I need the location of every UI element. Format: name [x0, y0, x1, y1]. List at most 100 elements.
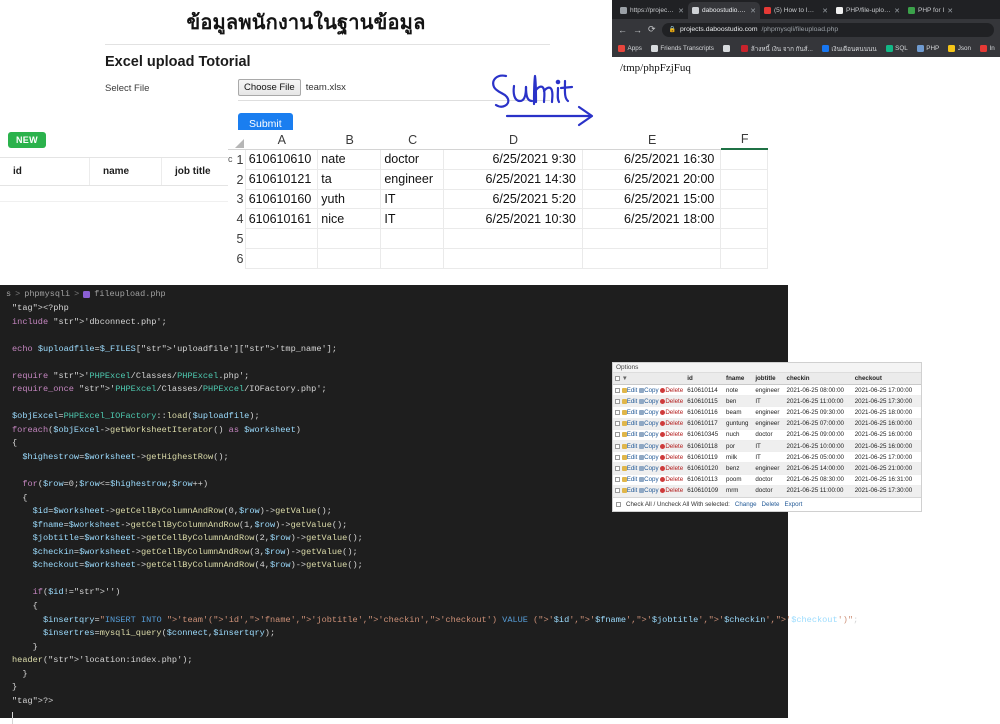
excel-cell[interactable]: 610610161: [245, 209, 319, 230]
excel-cell[interactable]: IT: [381, 189, 445, 210]
delete-link[interactable]: Delete: [665, 398, 683, 405]
code-line[interactable]: if($id!="str">''): [12, 586, 788, 600]
edit-link[interactable]: Edit: [627, 465, 638, 472]
bookmark-item[interactable]: Apps: [618, 45, 642, 52]
table-row[interactable]: Edit Copy Delete 610610118 por IT 2021-06-25…: [613, 440, 921, 453]
excel-row-header[interactable]: 3: [228, 190, 245, 210]
browser-tab[interactable]: https://projects.d ✕: [616, 2, 688, 19]
copy-link[interactable]: Copy: [644, 398, 658, 405]
bookmark-item[interactable]: Json: [948, 45, 971, 52]
excel-cell[interactable]: [721, 209, 768, 230]
copy-link[interactable]: Copy: [644, 409, 658, 416]
code-line[interactable]: $jobtitle=$worksheet->getCellByColumnAnd…: [12, 532, 788, 546]
close-icon[interactable]: ✕: [894, 7, 900, 15]
forward-icon[interactable]: →: [633, 25, 642, 35]
browser-tab[interactable]: PHP/file-upload. ✕: [832, 2, 904, 19]
delete-link[interactable]: Delete: [665, 431, 683, 438]
excel-row-header[interactable]: 6: [228, 249, 245, 269]
delete-link[interactable]: Delete: [665, 454, 683, 461]
sort-desc-icon[interactable]: ▼: [622, 375, 628, 382]
edit-link[interactable]: Edit: [627, 387, 638, 394]
code-line[interactable]: echo $uploadfile=$_FILES["str">'uploadfi…: [12, 343, 788, 357]
header-jobtitle[interactable]: jobtitle: [753, 373, 785, 385]
edit-link[interactable]: Edit: [627, 443, 638, 450]
code-line[interactable]: }: [12, 668, 788, 682]
address-bar[interactable]: 🔒 projects.daboostudio.com/phpmysqli/fil…: [661, 22, 994, 37]
code-line[interactable]: $insertres=mysqli_query($connect,$insert…: [12, 627, 788, 641]
change-action[interactable]: Change: [735, 501, 757, 508]
table-row[interactable]: Edit Copy Delete 610610120 benz engineer 202…: [613, 462, 921, 475]
excel-cell[interactable]: 6/25/2021 16:30: [582, 150, 722, 170]
breadcrumb-segment-file[interactable]: fileupload.php: [94, 289, 165, 299]
excel-col-e[interactable]: E: [582, 130, 722, 150]
export-action[interactable]: Export: [784, 501, 802, 508]
delete-action[interactable]: Delete: [762, 501, 780, 508]
choose-file-button[interactable]: Choose File: [238, 79, 301, 96]
new-button[interactable]: NEW: [8, 132, 46, 148]
close-icon[interactable]: ✕: [750, 7, 756, 15]
bookmark-item[interactable]: เงินเดือนคนนนน: [821, 44, 877, 54]
row-checkbox[interactable]: [615, 387, 620, 393]
copy-link[interactable]: Copy: [644, 443, 658, 450]
header-checkout[interactable]: checkout: [852, 373, 921, 385]
excel-row-header[interactable]: 1: [228, 150, 245, 170]
bookmark-item[interactable]: ล้างหนี้ เงิน จาก กันส์...: [741, 44, 813, 54]
options-label[interactable]: Options: [613, 363, 921, 373]
excel-col-b[interactable]: B: [318, 130, 382, 150]
excel-cell[interactable]: 6/25/2021 20:00: [582, 169, 722, 190]
code-line[interactable]: include "str">'dbconnect.php';: [12, 316, 788, 330]
edit-link[interactable]: Edit: [627, 420, 638, 427]
header-fname[interactable]: fname: [724, 373, 754, 385]
excel-cell[interactable]: [318, 248, 382, 269]
code-line[interactable]: {: [12, 600, 788, 614]
excel-cell[interactable]: [721, 229, 768, 249]
reload-icon[interactable]: ⟳: [648, 24, 656, 35]
copy-link[interactable]: Copy: [644, 465, 658, 472]
code-line[interactable]: header("str">'location:index.php');: [12, 654, 788, 668]
excel-cell[interactable]: 610610160: [245, 189, 319, 210]
close-icon[interactable]: ✕: [947, 7, 953, 15]
excel-cell[interactable]: [444, 248, 583, 269]
excel-col-f[interactable]: F: [721, 130, 769, 150]
table-row[interactable]: Edit Copy Delete 610610117 guntung engineer…: [613, 418, 921, 430]
code-line[interactable]: [12, 573, 788, 587]
excel-cell[interactable]: [381, 248, 445, 269]
breadcrumb-segment-folder[interactable]: phpmysqli: [24, 289, 70, 299]
excel-cell[interactable]: [582, 229, 722, 249]
close-icon[interactable]: ✕: [678, 7, 684, 15]
row-checkbox[interactable]: [615, 432, 620, 438]
table-row[interactable]: Edit Copy Delete 610610115 ben IT 2021-06-25…: [613, 395, 921, 408]
excel-col-d[interactable]: D: [444, 130, 583, 150]
excel-col-c[interactable]: C: [381, 130, 445, 150]
edit-link[interactable]: Edit: [627, 409, 638, 416]
table-row[interactable]: Edit Copy Delete 610610345 nuch doctor 2021-…: [613, 429, 921, 441]
excel-cell[interactable]: [245, 229, 319, 249]
bookmark-item[interactable]: SQL: [885, 45, 908, 52]
table-row[interactable]: Edit Copy Delete 610610109 mrm doctor 2021-0…: [613, 485, 921, 497]
row-checkbox[interactable]: [615, 477, 620, 483]
delete-link[interactable]: Delete: [665, 387, 683, 394]
row-checkbox[interactable]: [615, 443, 620, 449]
copy-link[interactable]: Copy: [644, 387, 658, 394]
back-icon[interactable]: ←: [618, 25, 627, 35]
excel-cell[interactable]: [245, 248, 319, 269]
edit-link[interactable]: Edit: [627, 487, 638, 494]
excel-cell[interactable]: ta: [318, 169, 382, 190]
code-line[interactable]: "tag"><?php: [12, 302, 788, 316]
row-checkbox[interactable]: [615, 465, 620, 471]
bookmark-item[interactable]: In: [980, 45, 995, 52]
bookmark-item[interactable]: [722, 45, 733, 52]
close-icon[interactable]: ✕: [822, 7, 828, 15]
excel-cell[interactable]: [381, 229, 445, 249]
delete-link[interactable]: Delete: [665, 443, 683, 450]
excel-col-a[interactable]: A: [245, 130, 319, 150]
excel-cell[interactable]: [444, 229, 583, 249]
bookmark-item[interactable]: Friends Transcripts: [650, 45, 714, 52]
code-line[interactable]: $checkout=$worksheet->getCellByColumnAnd…: [12, 559, 788, 573]
copy-link[interactable]: Copy: [644, 476, 658, 483]
bookmark-item[interactable]: PHP: [916, 45, 939, 52]
check-all-label[interactable]: Check All / Uncheck All With selected:: [626, 501, 730, 508]
table-row[interactable]: Edit Copy Delete 610610113 poom doctor 2021-…: [613, 474, 921, 486]
delete-link[interactable]: Delete: [665, 409, 683, 416]
delete-link[interactable]: Delete: [665, 476, 683, 483]
